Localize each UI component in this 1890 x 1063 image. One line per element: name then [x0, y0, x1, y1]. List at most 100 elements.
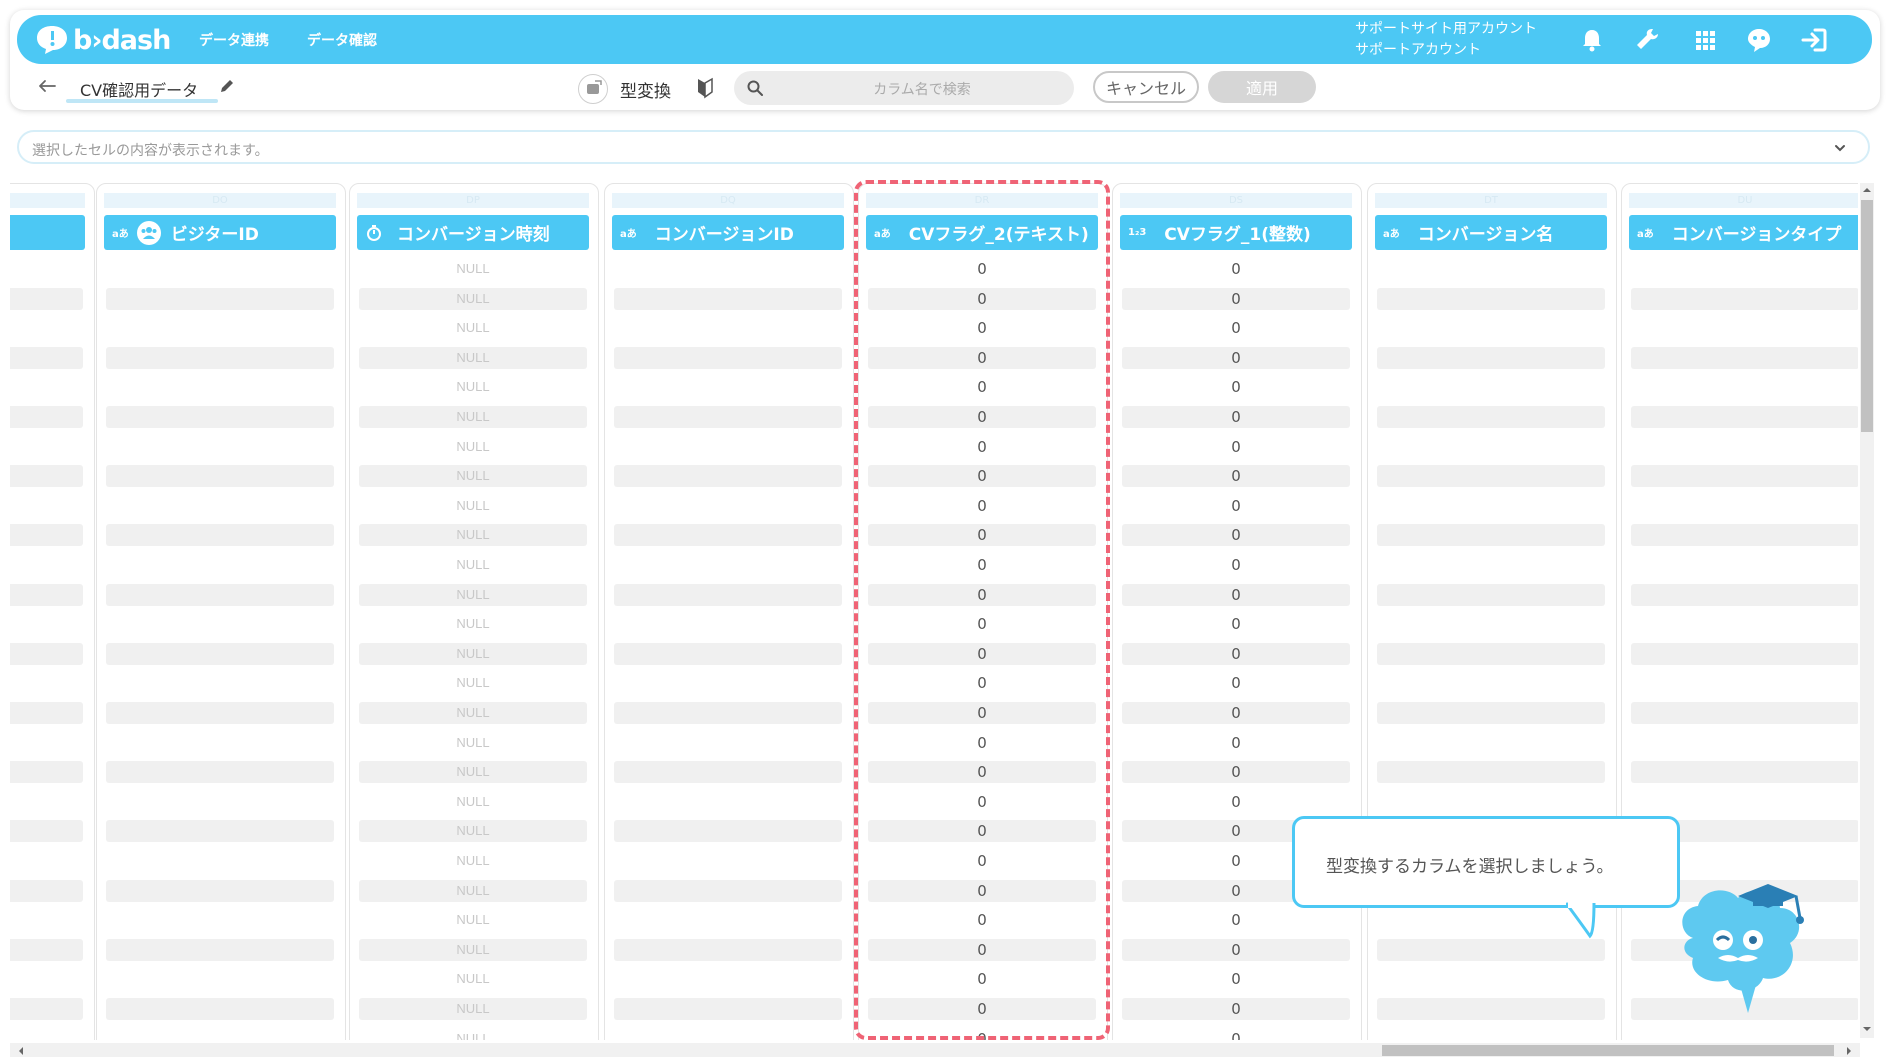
table-cell[interactable]: 0: [1122, 436, 1350, 458]
table-cell[interactable]: 0: [868, 850, 1096, 872]
table-cell[interactable]: 0: [1122, 1028, 1350, 1040]
table-cell[interactable]: [1631, 406, 1858, 428]
table-cell[interactable]: [10, 702, 83, 724]
table-cell[interactable]: [614, 376, 842, 398]
table-cell[interactable]: [614, 317, 842, 339]
table-cell[interactable]: [614, 554, 842, 576]
table-cell[interactable]: [10, 436, 83, 458]
table-cell[interactable]: [1631, 495, 1858, 517]
table-cell[interactable]: [106, 761, 334, 783]
table-cell[interactable]: 0: [868, 1028, 1096, 1040]
table-cell[interactable]: [106, 436, 334, 458]
table-cell[interactable]: 0: [1122, 406, 1350, 428]
table-cell[interactable]: 0: [868, 791, 1096, 813]
table-cell[interactable]: [106, 791, 334, 813]
table-cell[interactable]: [614, 613, 842, 635]
table-cell[interactable]: NULL: [359, 672, 587, 694]
table-cell[interactable]: 0: [1122, 939, 1350, 961]
table-cell[interactable]: 0: [1122, 317, 1350, 339]
table-cell[interactable]: [1631, 672, 1858, 694]
table-cell[interactable]: [10, 820, 83, 842]
table-cell[interactable]: 0: [1122, 761, 1350, 783]
table-cell[interactable]: 0: [868, 554, 1096, 576]
column-header[interactable]: aあ コンバージョン名: [1375, 215, 1607, 250]
table-cell[interactable]: [614, 524, 842, 546]
table-cell[interactable]: [614, 820, 842, 842]
horizontal-scroll-thumb[interactable]: [1382, 1045, 1834, 1056]
table-cell[interactable]: NULL: [359, 968, 587, 990]
table-cell[interactable]: [614, 495, 842, 517]
table-cell[interactable]: 0: [868, 968, 1096, 990]
grid-column[interactable]: DO aあ ビジターID: [96, 183, 346, 1040]
table-cell[interactable]: [1631, 524, 1858, 546]
table-cell[interactable]: 0: [868, 524, 1096, 546]
table-cell[interactable]: 0: [868, 406, 1096, 428]
table-cell[interactable]: [10, 317, 83, 339]
table-cell[interactable]: [1631, 732, 1858, 754]
table-cell[interactable]: [1377, 968, 1605, 990]
table-cell[interactable]: [106, 939, 334, 961]
table-cell[interactable]: 0: [1122, 258, 1350, 280]
column-header[interactable]: aあ コンバージョンID: [612, 215, 844, 250]
logout-icon[interactable]: [1799, 25, 1829, 55]
grid-column[interactable]: DR aあ CVフラグ_2(テキスト) 0 0 0 0 0 0 0 0 0 0 0 0 0 0 0 0 0 0 0 0 0 0 0…: [858, 183, 1108, 1040]
table-cell[interactable]: [106, 998, 334, 1020]
table-cell[interactable]: [614, 909, 842, 931]
table-cell[interactable]: [1377, 376, 1605, 398]
table-cell[interactable]: [1631, 554, 1858, 576]
table-cell[interactable]: NULL: [359, 820, 587, 842]
table-cell[interactable]: [1377, 406, 1605, 428]
table-cell[interactable]: NULL: [359, 998, 587, 1020]
table-cell[interactable]: 0: [1122, 998, 1350, 1020]
table-cell[interactable]: [614, 939, 842, 961]
table-cell[interactable]: [10, 998, 83, 1020]
table-cell[interactable]: [10, 939, 83, 961]
table-cell[interactable]: [1631, 288, 1858, 310]
table-cell[interactable]: [614, 643, 842, 665]
table-cell[interactable]: [614, 968, 842, 990]
table-cell[interactable]: [106, 465, 334, 487]
table-cell[interactable]: 0: [1122, 968, 1350, 990]
scroll-right-arrow-icon[interactable]: [1844, 1046, 1854, 1056]
table-cell[interactable]: 0: [868, 376, 1096, 398]
table-cell[interactable]: [10, 672, 83, 694]
table-cell[interactable]: 0: [1122, 288, 1350, 310]
table-cell[interactable]: 0: [868, 643, 1096, 665]
table-cell[interactable]: [614, 406, 842, 428]
table-cell[interactable]: [1377, 554, 1605, 576]
table-cell[interactable]: NULL: [359, 317, 587, 339]
table-cell[interactable]: [1377, 347, 1605, 369]
table-cell[interactable]: NULL: [359, 465, 587, 487]
back-arrow-icon[interactable]: [38, 79, 56, 93]
column-header[interactable]: aあ CVフラグ_2(テキスト): [866, 215, 1098, 250]
table-cell[interactable]: 0: [868, 436, 1096, 458]
table-cell[interactable]: 0: [868, 288, 1096, 310]
table-cell[interactable]: 0: [1122, 554, 1350, 576]
table-cell[interactable]: 0: [868, 880, 1096, 902]
table-cell[interactable]: [10, 1028, 83, 1040]
table-cell[interactable]: NULL: [359, 880, 587, 902]
table-cell[interactable]: 0: [868, 939, 1096, 961]
table-cell[interactable]: 0: [868, 702, 1096, 724]
grid-column[interactable]: DQ aあ コンバージョンID: [604, 183, 854, 1040]
table-cell[interactable]: [10, 524, 83, 546]
table-cell[interactable]: [10, 791, 83, 813]
table-cell[interactable]: [614, 998, 842, 1020]
table-cell[interactable]: 0: [868, 998, 1096, 1020]
table-cell[interactable]: [1377, 495, 1605, 517]
table-cell[interactable]: [1377, 584, 1605, 606]
cancel-button[interactable]: キャンセル: [1093, 71, 1199, 103]
table-cell[interactable]: 0: [1122, 376, 1350, 398]
table-cell[interactable]: 0: [868, 584, 1096, 606]
table-cell[interactable]: [1631, 613, 1858, 635]
table-cell[interactable]: [10, 288, 83, 310]
table-cell[interactable]: NULL: [359, 732, 587, 754]
table-cell[interactable]: [1631, 643, 1858, 665]
table-cell[interactable]: [106, 880, 334, 902]
bell-icon[interactable]: [1577, 25, 1607, 55]
table-cell[interactable]: [10, 880, 83, 902]
column-header[interactable]: aあ ビジターID: [104, 215, 336, 250]
scroll-left-arrow-icon[interactable]: [16, 1046, 26, 1056]
table-cell[interactable]: [1631, 347, 1858, 369]
table-cell[interactable]: [614, 584, 842, 606]
